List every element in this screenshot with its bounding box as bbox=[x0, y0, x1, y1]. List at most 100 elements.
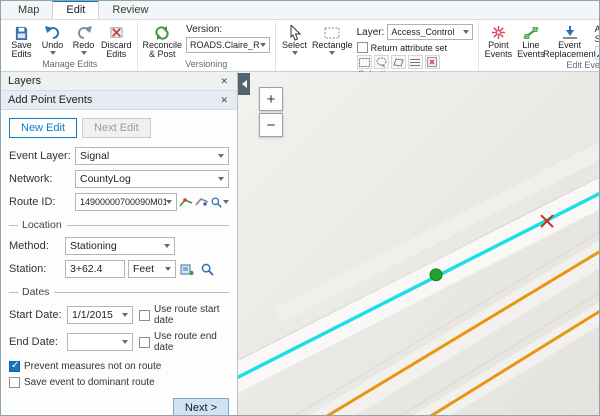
method-combobox[interactable]: Stationing bbox=[65, 237, 175, 255]
undo-dropdown-icon[interactable] bbox=[50, 51, 56, 55]
station-unit-combobox[interactable]: Feet bbox=[128, 260, 176, 278]
select-dropdown-icon[interactable] bbox=[292, 51, 298, 55]
layers-close-icon[interactable]: ✕ bbox=[218, 76, 230, 87]
redo-button[interactable]: Redo bbox=[68, 22, 99, 59]
map-canvas[interactable] bbox=[238, 72, 599, 415]
return-attribute-set-checkbox[interactable] bbox=[357, 42, 368, 53]
select-lasso-tool-icon[interactable] bbox=[374, 55, 389, 69]
network-dropdown-icon bbox=[218, 177, 224, 181]
discard-edits-label: Discard Edits bbox=[101, 41, 132, 59]
select-rectangle-tool-icon[interactable] bbox=[357, 55, 372, 69]
add-point-events-form: New Edit Next Edit Event Layer: Signal N… bbox=[1, 110, 237, 415]
version-dropdown-icon bbox=[260, 43, 266, 47]
event-layer-dropdown-icon bbox=[218, 154, 224, 158]
start-date-value: 1/1/2015 bbox=[72, 309, 122, 321]
line-events-icon bbox=[523, 24, 539, 41]
zoom-out-button[interactable]: − bbox=[259, 113, 283, 137]
event-layer-label: Event Layer: bbox=[9, 150, 75, 162]
start-date-dropdown-icon bbox=[122, 313, 128, 317]
network-label: Network: bbox=[9, 173, 75, 185]
undo-button[interactable]: Undo bbox=[37, 22, 68, 59]
prevent-measures-label: Prevent measures not on route bbox=[24, 361, 161, 372]
add-point-events-header: Add Point Events ✕ bbox=[1, 91, 237, 110]
station-pick-icon[interactable] bbox=[178, 261, 196, 278]
collapse-arrow-icon bbox=[242, 80, 247, 88]
event-point-marker[interactable] bbox=[430, 269, 442, 281]
end-date-picker[interactable] bbox=[67, 333, 133, 351]
attribute-set-label: Attribute Set: bbox=[595, 24, 600, 44]
rectangle-select-button[interactable]: Rectangle bbox=[310, 22, 355, 69]
route-pick-icon[interactable] bbox=[179, 194, 193, 211]
discard-edits-button[interactable]: Discard Edits bbox=[99, 22, 134, 59]
layers-pane-title: Layers bbox=[8, 75, 41, 87]
next-button[interactable]: Next > bbox=[173, 398, 229, 415]
network-combobox[interactable]: CountyLog bbox=[75, 170, 229, 188]
select-pointer-icon bbox=[289, 24, 301, 41]
route-id-label: Route ID: bbox=[9, 196, 75, 208]
event-replacement-label: Event Replacement bbox=[543, 41, 596, 59]
collapse-pane-button[interactable] bbox=[238, 73, 250, 95]
ribbon: Save Edits Undo Redo bbox=[1, 20, 599, 72]
station-input[interactable]: 3+62.4 bbox=[65, 260, 125, 278]
event-layer-combobox[interactable]: Signal bbox=[75, 147, 229, 165]
reconcile-post-button[interactable]: Reconcile & Post bbox=[141, 22, 185, 59]
end-date-dropdown-icon bbox=[122, 340, 128, 344]
zoom-in-button[interactable]: + bbox=[259, 87, 283, 111]
return-attribute-set-label: Return attribute set bbox=[371, 43, 448, 53]
station-label: Station: bbox=[9, 263, 65, 275]
map-view[interactable]: + − bbox=[238, 72, 599, 415]
layers-pane-header: Layers ✕ bbox=[1, 72, 237, 91]
background-road-edge bbox=[268, 221, 599, 415]
save-dominant-route-checkbox[interactable] bbox=[9, 377, 20, 388]
route-select-icon[interactable] bbox=[195, 194, 209, 211]
group-manage-edits: Save Edits Undo Redo bbox=[3, 21, 138, 71]
dates-section-separator: Dates bbox=[9, 286, 229, 298]
location-section-separator: Location bbox=[9, 219, 229, 231]
method-label: Method: bbox=[9, 240, 65, 252]
event-replacement-button[interactable]: Event Replacement bbox=[547, 22, 593, 60]
station-unit-dropdown-icon bbox=[165, 267, 171, 271]
method-value: Stationing bbox=[70, 240, 164, 252]
new-edit-button[interactable]: New Edit bbox=[9, 118, 77, 138]
event-tool-icon-1[interactable] bbox=[595, 46, 600, 60]
tab-review[interactable]: Review bbox=[99, 2, 161, 19]
tab-map[interactable]: Map bbox=[5, 2, 52, 19]
route-zoom-dropdown-icon bbox=[223, 200, 229, 204]
version-combobox[interactable]: ROADS.Claire_Reg bbox=[186, 37, 270, 53]
select-polygon-tool-icon[interactable] bbox=[391, 55, 406, 69]
prevent-measures-checkbox[interactable] bbox=[9, 361, 20, 372]
network-value: CountyLog bbox=[80, 173, 218, 185]
point-events-button[interactable]: Point Events bbox=[482, 22, 516, 60]
select-label: Select bbox=[282, 41, 307, 50]
version-label: Version: bbox=[186, 24, 270, 35]
add-point-events-close-icon[interactable]: ✕ bbox=[218, 95, 230, 106]
tab-edit[interactable]: Edit bbox=[52, 0, 99, 19]
station-zoom-icon[interactable] bbox=[198, 261, 216, 278]
route-zoom-icon[interactable] bbox=[211, 194, 229, 211]
rectangle-dropdown-icon[interactable] bbox=[329, 51, 335, 55]
reconcile-icon bbox=[154, 24, 170, 41]
clear-selection-tool-icon[interactable] bbox=[425, 55, 440, 69]
app-window: Map Edit Review Save Edits Undo bbox=[0, 0, 600, 416]
event-layer-value: Signal bbox=[80, 150, 218, 162]
layer-combobox[interactable]: Access_Control bbox=[387, 24, 472, 40]
save-edits-button[interactable]: Save Edits bbox=[6, 22, 37, 59]
next-edit-button[interactable]: Next Edit bbox=[82, 118, 151, 138]
use-route-start-date-label: Use route start date bbox=[154, 304, 229, 326]
redo-dropdown-icon[interactable] bbox=[81, 51, 87, 55]
layer-value: Access_Control bbox=[391, 27, 462, 37]
line-events-button[interactable]: Line Events bbox=[515, 22, 546, 60]
ribbon-tabbar: Map Edit Review bbox=[1, 1, 599, 20]
selection-list-tool-icon[interactable] bbox=[408, 55, 423, 69]
point-events-label: Point Events bbox=[484, 41, 514, 59]
use-route-end-date-checkbox[interactable] bbox=[139, 337, 150, 348]
group-versioning: Reconcile & Post Version: ROADS.Claire_R… bbox=[138, 21, 277, 71]
use-route-start-date-checkbox[interactable] bbox=[139, 310, 150, 321]
start-date-picker[interactable]: 1/1/2015 bbox=[67, 306, 133, 324]
redo-icon bbox=[76, 24, 92, 41]
start-date-label: Start Date: bbox=[9, 309, 67, 321]
route-id-combobox[interactable]: 14900000700090M01 bbox=[75, 193, 177, 211]
select-button[interactable]: Select bbox=[279, 22, 310, 69]
undo-icon bbox=[45, 24, 61, 41]
group-selection: Select Rectangle Layer: Access_Control bbox=[276, 21, 479, 71]
